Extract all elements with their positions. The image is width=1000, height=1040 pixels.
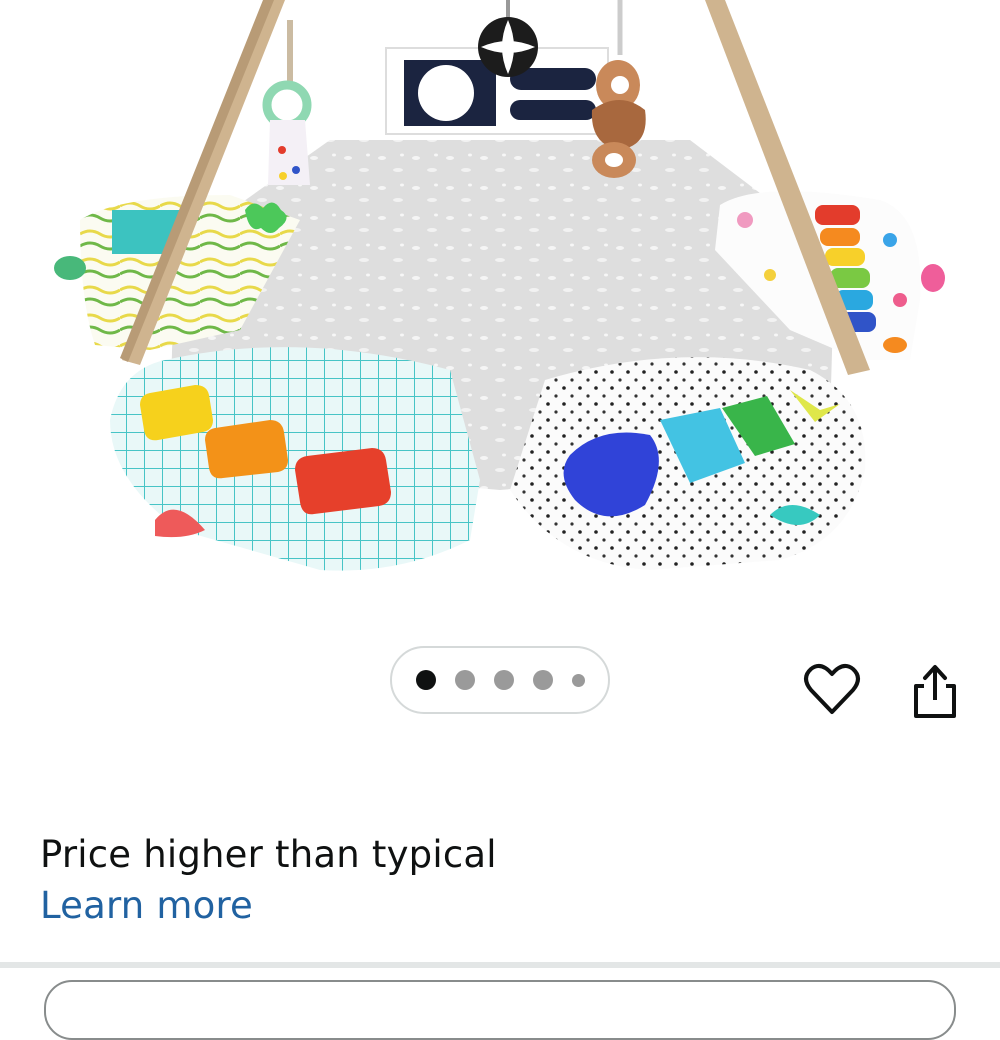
learn-more-link[interactable]: Learn more xyxy=(40,884,253,927)
wishlist-button[interactable] xyxy=(803,660,861,720)
carousel-dot-1[interactable] xyxy=(415,670,436,690)
image-carousel-indicator[interactable] xyxy=(390,646,610,714)
option-selector-card[interactable] xyxy=(44,980,956,1040)
share-icon xyxy=(914,665,956,718)
carousel-dot-3[interactable] xyxy=(493,670,514,690)
share-button[interactable] xyxy=(908,662,960,720)
heart-icon xyxy=(804,663,860,714)
carousel-dot-2[interactable] xyxy=(454,670,475,690)
section-divider xyxy=(0,962,1000,968)
product-image[interactable] xyxy=(0,0,1000,620)
carousel-dot-4[interactable] xyxy=(532,670,553,690)
price-insight-message: Price higher than typical xyxy=(40,833,497,876)
carousel-dot-5[interactable] xyxy=(571,673,585,687)
